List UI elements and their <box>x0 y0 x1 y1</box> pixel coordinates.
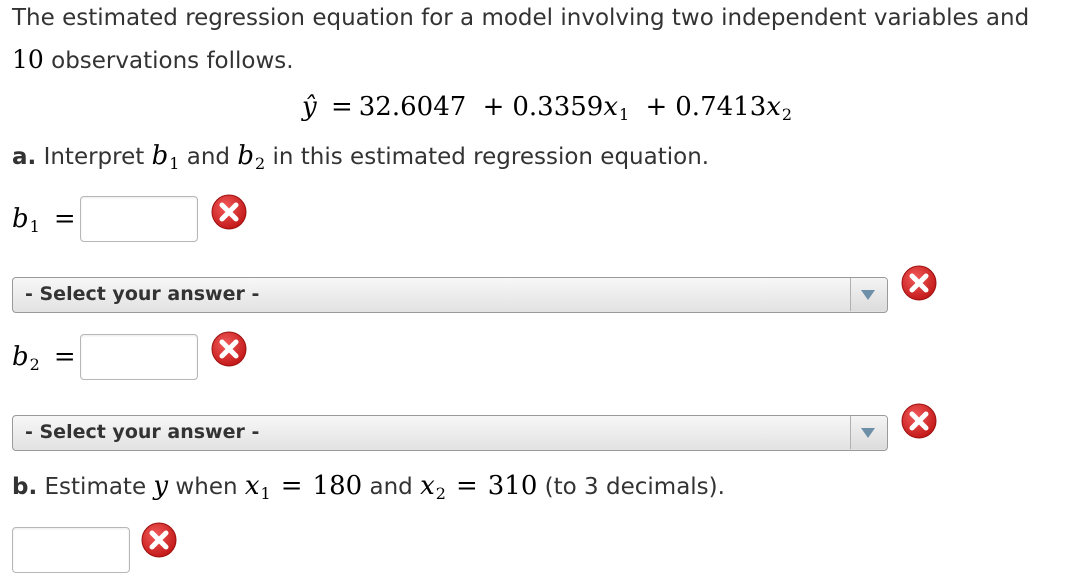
part-a-and: and <box>179 144 238 170</box>
b2-row-equals: = <box>53 342 76 372</box>
b2-row-subscript: 2 <box>29 355 40 374</box>
part-a-text2: in this estimated regression equation. <box>265 144 710 170</box>
incorrect-x-icon <box>211 194 247 230</box>
incorrect-x-icon <box>901 265 937 301</box>
b1-row-equals: = <box>53 204 76 234</box>
plus-sign-1: + <box>482 92 505 122</box>
part-b-and: and <box>362 474 421 500</box>
part-a-prompt: a. Interpret b1 and b2 in this estimated… <box>12 142 709 173</box>
y-hat: ŷ <box>302 92 317 122</box>
part-b-tail: (to 3 decimals). <box>537 474 725 500</box>
part-a-label: a. <box>12 144 37 170</box>
b2-label: b2 = <box>12 342 76 375</box>
select2-label: - Select your answer - <box>25 421 260 443</box>
x2-subscript: 2 <box>435 484 446 503</box>
question-intro-line2: 10 observations follows. <box>12 46 294 75</box>
coefficient-b1-value: 0.3359 <box>512 92 604 122</box>
incorrect-x-icon <box>211 331 247 367</box>
estimate-input[interactable] <box>12 527 130 573</box>
sub-1: 1 <box>619 105 630 124</box>
b1-input[interactable] <box>80 196 198 242</box>
y-symbol: y <box>153 471 169 501</box>
part-b-text1: Estimate <box>37 474 154 500</box>
select1-label: - Select your answer - <box>25 283 260 305</box>
b1-label: b1 = <box>12 204 76 237</box>
select1-dropdown-button[interactable] <box>850 278 887 311</box>
regression-equation: ŷ = 32.6047 +0.3359x1 +0.7413x2 <box>302 92 792 125</box>
x1-equals: = <box>280 471 303 501</box>
b2-row-symbol: b <box>12 342 29 372</box>
equation-equals: = <box>330 92 353 122</box>
incorrect-x-icon <box>901 403 937 439</box>
b1-symbol: b <box>151 141 169 171</box>
part-b-label: b. <box>12 474 38 500</box>
var-x2: x <box>766 92 781 122</box>
chevron-down-icon <box>861 290 875 300</box>
x1-symbol: x <box>244 471 260 501</box>
x2-symbol: x <box>420 471 435 501</box>
part-a-text1: Interpret <box>36 144 152 170</box>
sub-2: 2 <box>781 105 793 124</box>
x1-subscript: 1 <box>260 484 271 503</box>
chevron-down-icon <box>861 428 875 438</box>
b1-interpretation-select[interactable]: - Select your answer - <box>12 277 888 313</box>
x1-value: 180 <box>312 471 363 501</box>
b1-subscript: 1 <box>169 154 180 173</box>
var-x1: x <box>603 92 619 122</box>
plus-sign-2: + <box>645 92 668 122</box>
intercept-value: 32.6047 <box>358 92 467 122</box>
coefficient-b2-value: 0.7413 <box>675 92 767 122</box>
question-intro-line1: The estimated regression equation for a … <box>12 5 1030 31</box>
part-b-when: when <box>168 474 245 500</box>
b2-input[interactable] <box>80 334 198 380</box>
intro-tail-text: observations follows. <box>43 48 294 74</box>
b2-interpretation-select[interactable]: - Select your answer - <box>12 415 888 451</box>
x2-value: 310 <box>487 471 538 501</box>
b1-row-subscript: 1 <box>29 217 40 236</box>
incorrect-x-icon <box>141 522 177 558</box>
x2-equals: = <box>455 471 478 501</box>
b1-row-symbol: b <box>12 204 29 234</box>
observation-count: 10 <box>12 45 44 74</box>
b2-subscript: 2 <box>255 154 266 173</box>
b2-symbol: b <box>237 141 254 171</box>
select2-dropdown-button[interactable] <box>850 416 887 449</box>
part-b-prompt: b. Estimate y when x1 = 180 and x2 = 310 (to… <box>12 472 725 503</box>
